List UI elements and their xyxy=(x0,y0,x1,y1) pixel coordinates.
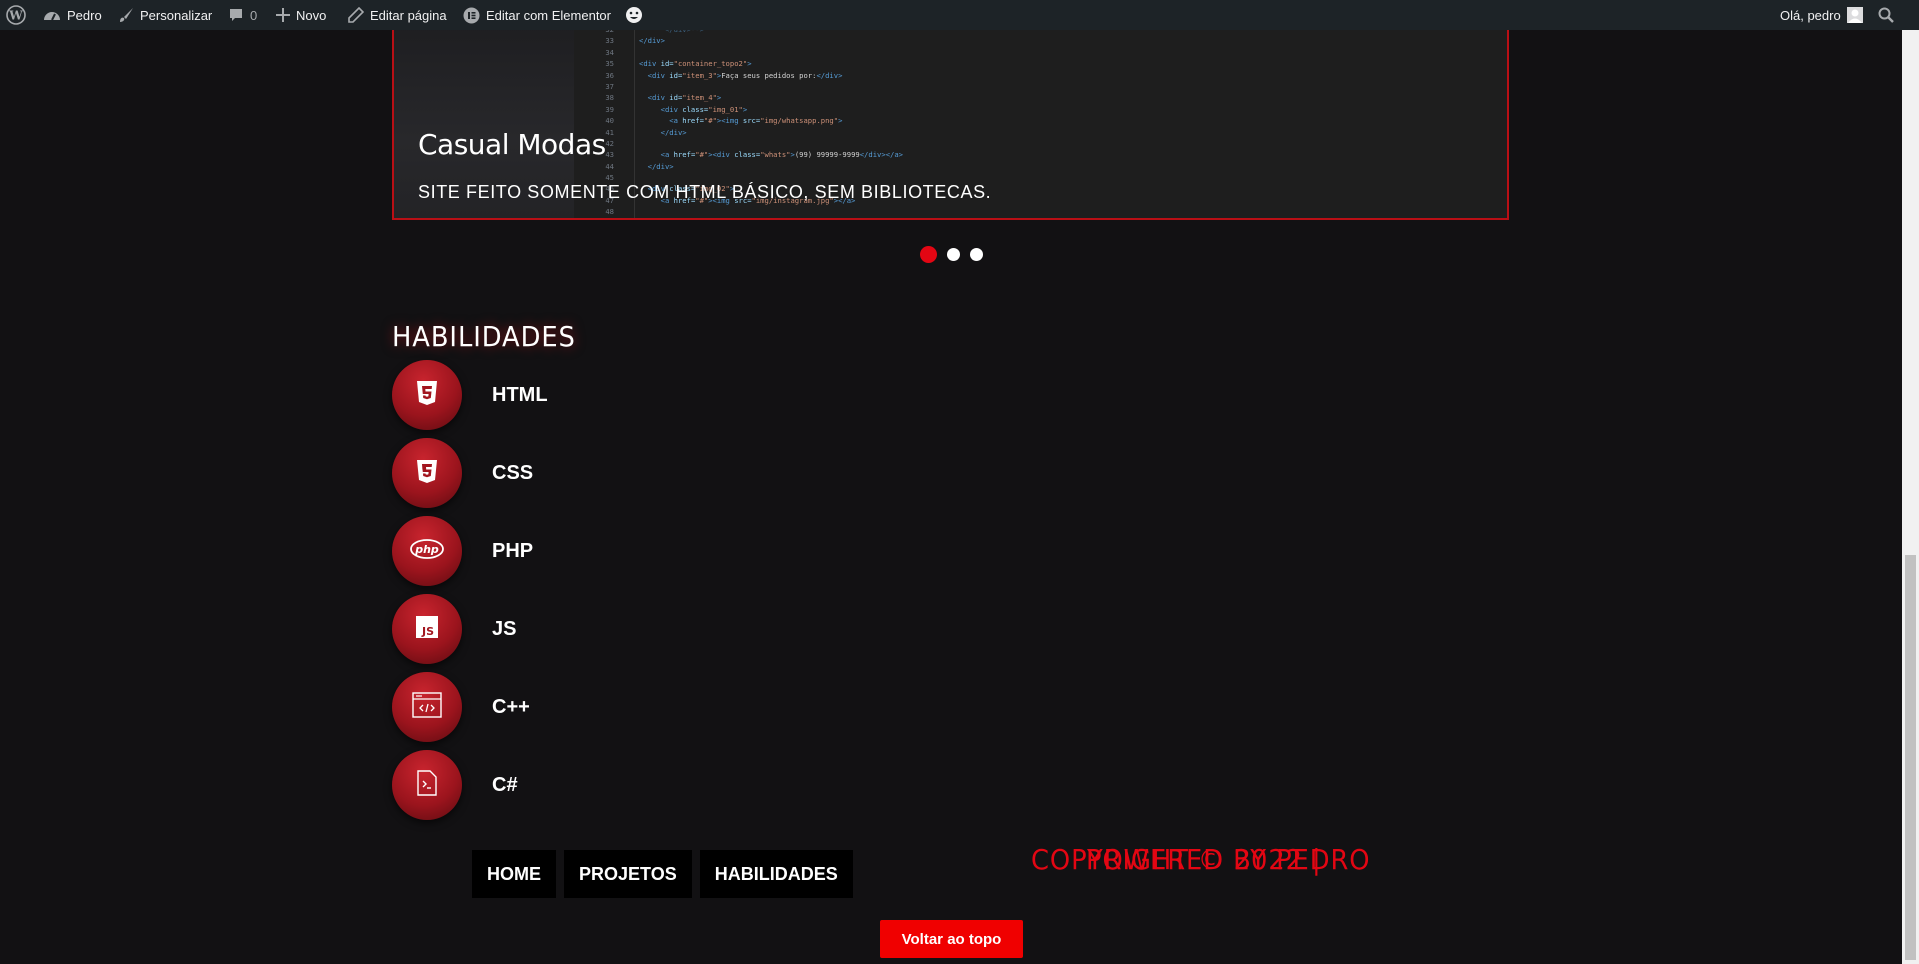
footer-nav: HOME PROJETOS HABILIDADES xyxy=(472,850,853,898)
dashboard-icon xyxy=(43,7,61,23)
code-file-icon xyxy=(416,769,438,801)
skill-badge xyxy=(392,438,462,508)
skill-badge xyxy=(392,360,462,430)
skill-item-php: php PHP xyxy=(392,515,533,587)
slider-dot-2[interactable] xyxy=(947,248,960,261)
comments-count: 0 xyxy=(250,7,258,23)
edit-page-button[interactable]: Editar página xyxy=(348,0,447,30)
skill-badge xyxy=(392,750,462,820)
code-window-icon xyxy=(412,691,442,723)
code-line-number: 33 xyxy=(605,36,614,46)
skill-item-js: JS JS xyxy=(392,593,516,665)
page-scrollbar[interactable] xyxy=(1902,30,1919,964)
new-label: Novo xyxy=(296,7,327,23)
search-icon xyxy=(1878,7,1894,23)
css3-icon xyxy=(414,458,440,489)
code-line-number: 44 xyxy=(605,161,614,171)
skill-item-html: HTML xyxy=(392,359,548,431)
php-icon: php xyxy=(410,538,444,564)
skill-label: CSS xyxy=(492,461,534,484)
slider-dot-3[interactable] xyxy=(970,248,983,261)
skill-label: PHP xyxy=(492,539,534,562)
svg-text:W: W xyxy=(8,9,23,23)
slide-description: SITE FEITO SOMENTE COM HTML BÁSICO, SEM … xyxy=(418,182,992,202)
code-line-number: 40 xyxy=(605,116,614,126)
skill-label: C++ xyxy=(492,695,530,718)
code-line-number: 35 xyxy=(605,59,614,69)
slider-dot-1[interactable] xyxy=(920,246,937,263)
smiley-icon xyxy=(625,6,643,24)
footer-nav-home[interactable]: HOME xyxy=(472,850,556,898)
greeting-label: Olá, pedro xyxy=(1780,7,1841,23)
footer-nav-projects[interactable]: PROJETOS xyxy=(564,850,692,898)
comments-button[interactable]: 0 xyxy=(228,0,257,30)
skill-item-csharp: C# xyxy=(392,749,518,821)
edit-page-label: Editar página xyxy=(370,7,447,23)
code-line-number: 37 xyxy=(605,81,614,91)
pencil-icon xyxy=(348,7,364,23)
site-name-menu[interactable]: Pedro xyxy=(43,0,102,30)
code-line-number: 48 xyxy=(605,207,614,217)
edit-elementor-label: Editar com Elementor xyxy=(486,7,611,23)
customize-label: Personalizar xyxy=(140,7,213,23)
powered-by-text: POWERED BY PEDRO xyxy=(1086,843,1371,876)
slide-title: Casual Modas xyxy=(418,128,606,161)
project-slide[interactable]: 3233343536373839404142434445464748 </div… xyxy=(392,24,1509,220)
skill-item-cpp: C++ xyxy=(392,671,530,743)
js-icon: JS xyxy=(416,615,438,643)
wordpress-icon: W xyxy=(6,5,26,25)
skill-label: HTML xyxy=(492,383,548,406)
skill-badge: JS xyxy=(392,594,462,664)
plus-icon xyxy=(276,8,290,22)
skills-heading: HABILIDADES xyxy=(392,320,576,353)
slider-pagination xyxy=(920,246,983,263)
paintbrush-icon xyxy=(118,7,134,23)
code-line-number: 34 xyxy=(605,47,614,57)
code-line-number: 36 xyxy=(605,70,614,80)
elementor-icon xyxy=(463,7,480,24)
site-name-label: Pedro xyxy=(67,7,102,23)
back-to-top-button[interactable]: Voltar ao topo xyxy=(880,920,1023,958)
skill-badge xyxy=(392,672,462,742)
svg-text:JS: JS xyxy=(421,625,434,638)
admin-search-button[interactable] xyxy=(1878,0,1894,30)
my-account-menu[interactable]: Olá, pedro xyxy=(1780,0,1863,30)
svg-text:php: php xyxy=(414,543,439,556)
html5-icon xyxy=(416,380,438,410)
new-content-button[interactable]: Novo xyxy=(276,0,326,30)
skill-label: JS xyxy=(492,617,517,640)
skill-item-css: CSS xyxy=(392,437,533,509)
avatar xyxy=(1846,7,1863,23)
wordpress-logo-button[interactable]: W xyxy=(6,0,26,30)
skill-label: C# xyxy=(492,773,518,796)
scrollbar-thumb[interactable] xyxy=(1905,555,1916,960)
comment-icon xyxy=(228,7,244,23)
skill-badge: php xyxy=(392,516,462,586)
admin-bar: W Pedro Personalizar 0 Novo Editar págin… xyxy=(0,0,1919,30)
code-line-number: 38 xyxy=(605,93,614,103)
code-line-number: 39 xyxy=(605,104,614,114)
plugin-status-button[interactable] xyxy=(625,0,643,30)
edit-elementor-button[interactable]: Editar com Elementor xyxy=(463,0,611,30)
footer-nav-skills[interactable]: HABILIDADES xyxy=(699,850,853,898)
customize-button[interactable]: Personalizar xyxy=(118,0,212,30)
